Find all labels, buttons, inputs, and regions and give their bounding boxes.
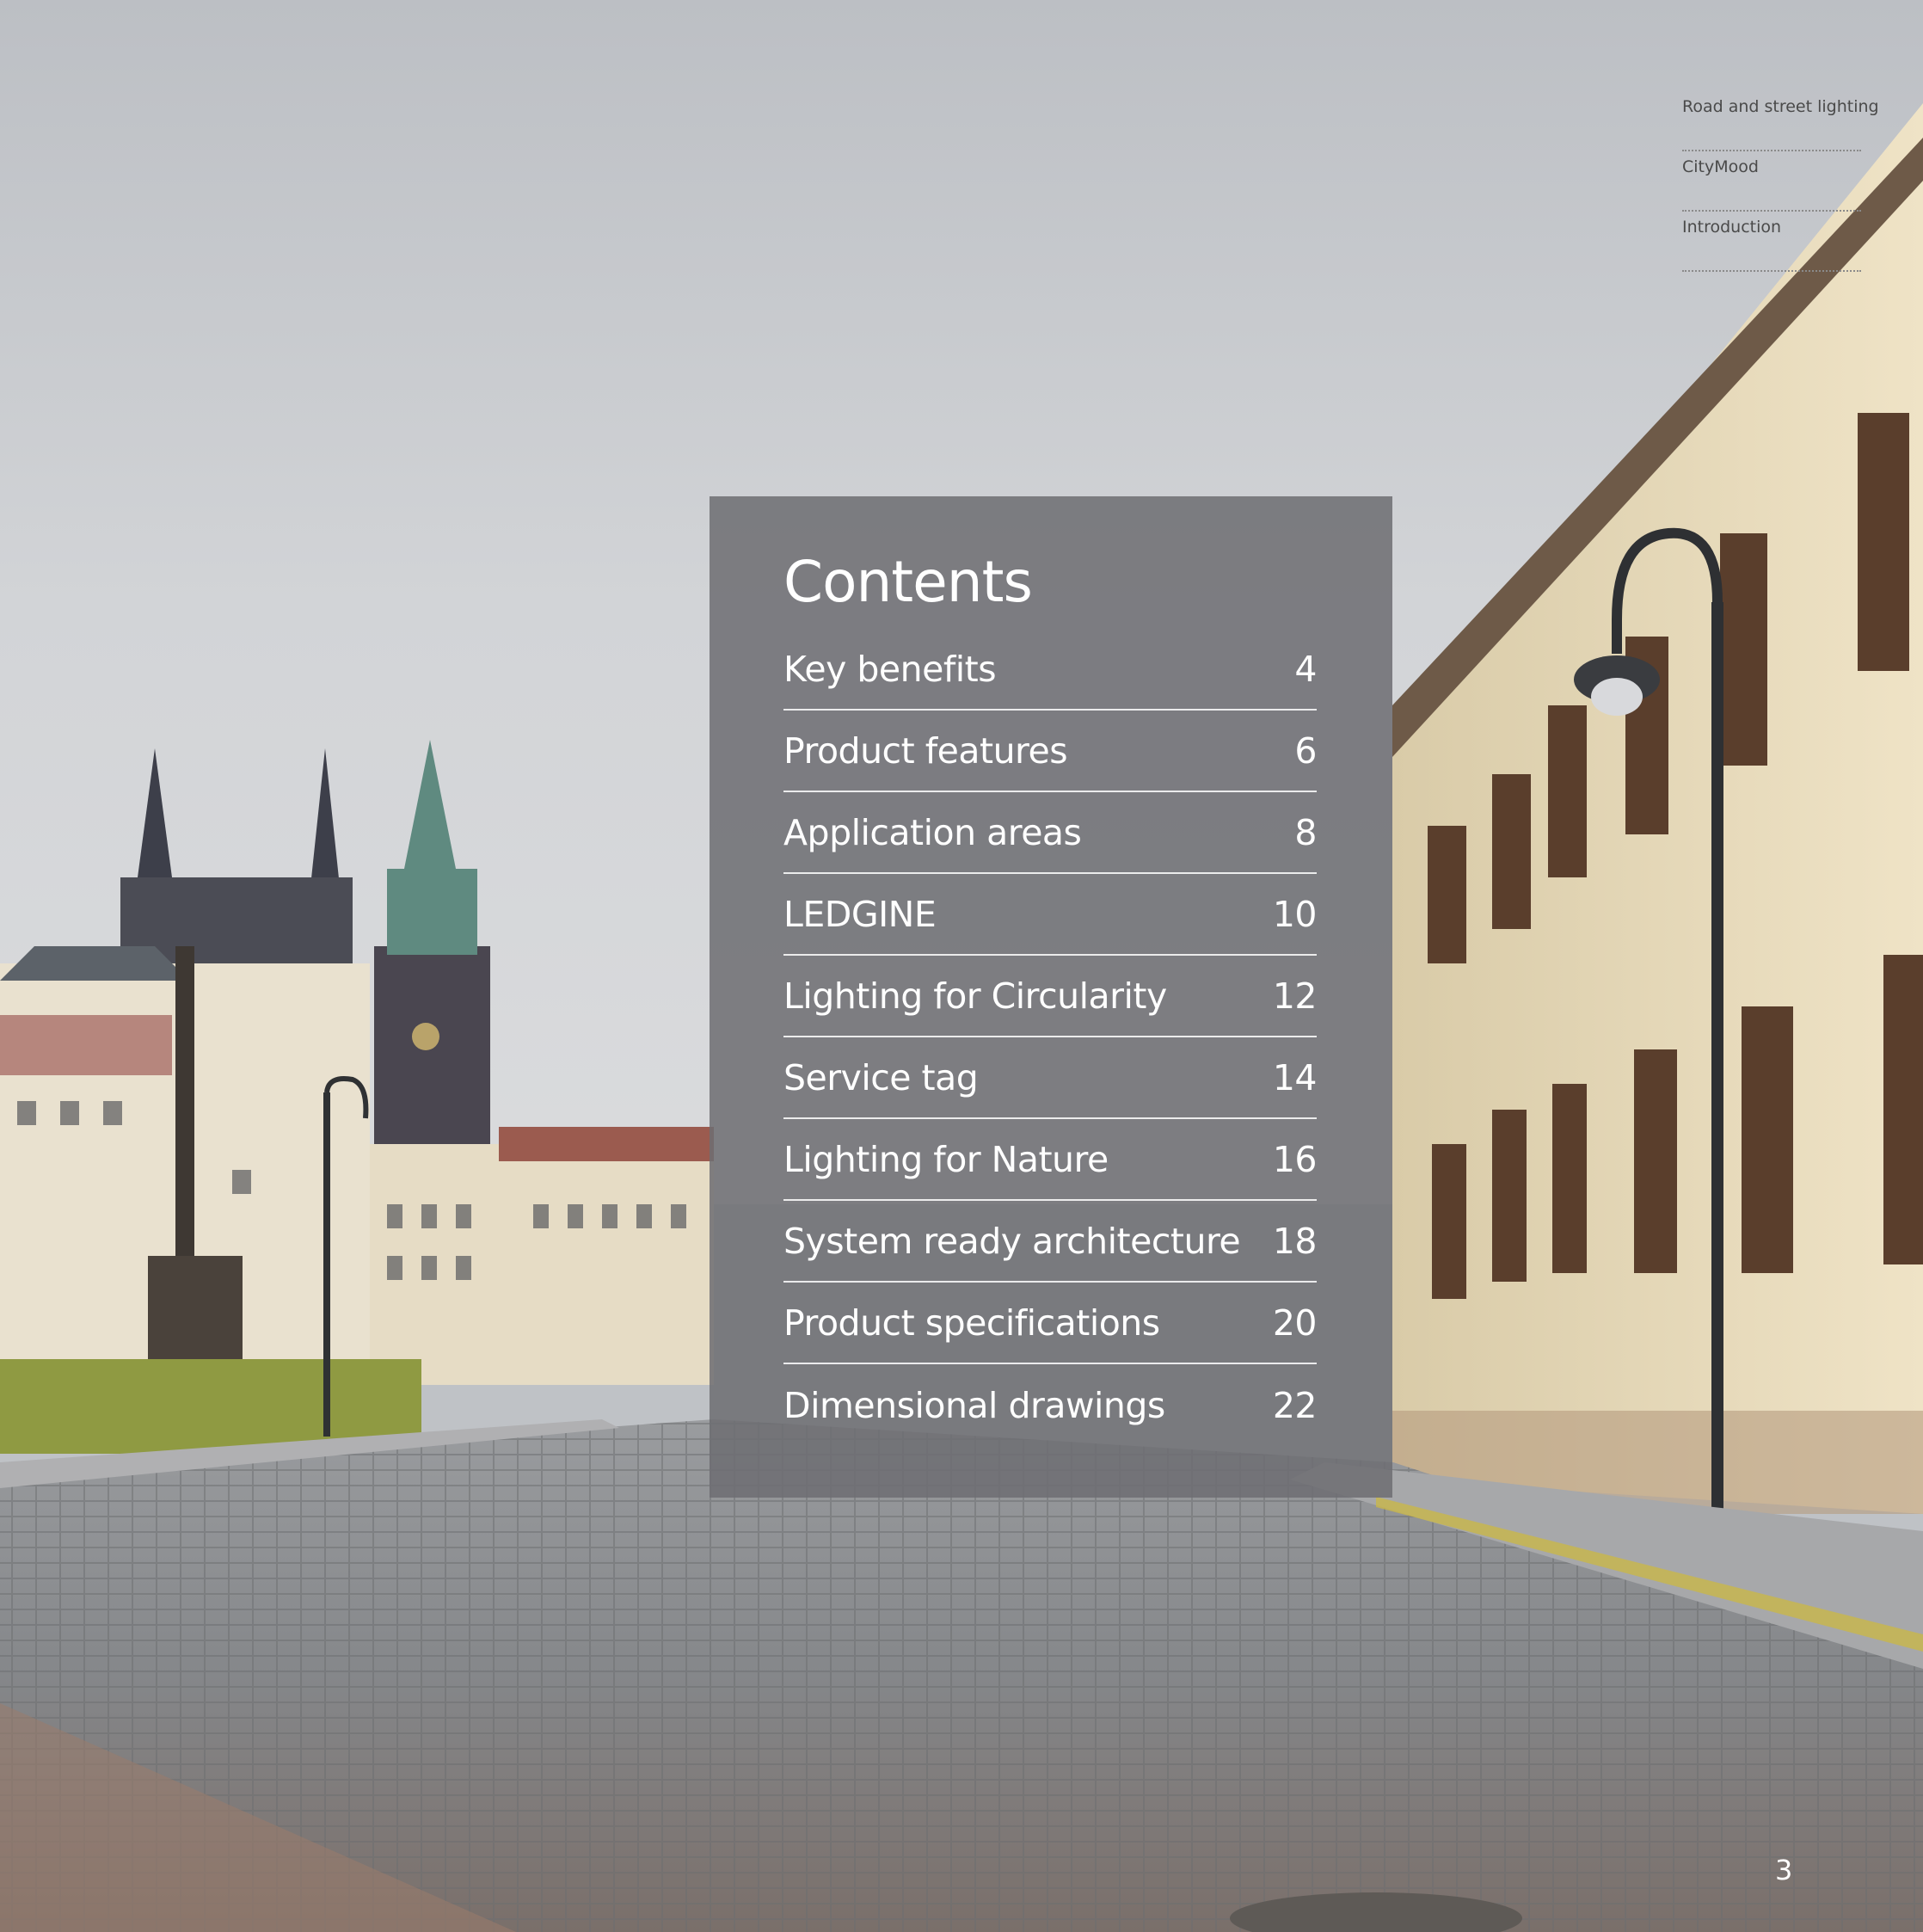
toc-label: Dimensional drawings bbox=[783, 1384, 1165, 1426]
breadcrumb: Road and street lighting CityMood Introd… bbox=[1682, 91, 1879, 272]
page-number: 3 bbox=[1775, 1854, 1793, 1886]
toc-item-product-features[interactable]: Product features 6 bbox=[783, 711, 1317, 792]
toc-item-service-tag[interactable]: Service tag 14 bbox=[783, 1037, 1318, 1119]
toc-item-lighting-for-circularity[interactable]: Lighting for Circularity 12 bbox=[783, 956, 1318, 1037]
breadcrumb-label: CityMood bbox=[1682, 157, 1759, 176]
toc-item-application-areas[interactable]: Application areas 8 bbox=[783, 792, 1317, 874]
toc-page-number: 8 bbox=[1294, 811, 1317, 853]
breadcrumb-label: Introduction bbox=[1682, 218, 1782, 237]
toc-page-number: 10 bbox=[1272, 893, 1318, 935]
toc-label: Lighting for Nature bbox=[783, 1138, 1109, 1180]
toc-label: Product specifications bbox=[783, 1301, 1160, 1344]
brochure-page: Road and street lighting CityMood Introd… bbox=[0, 0, 1923, 1932]
toc-label: Key benefits bbox=[783, 648, 997, 690]
toc-item-lighting-for-nature[interactable]: Lighting for Nature 16 bbox=[783, 1119, 1318, 1201]
toc-page-number: 4 bbox=[1294, 648, 1317, 690]
toc-item-key-benefits[interactable]: Key benefits 4 bbox=[783, 629, 1317, 711]
toc-page-number: 14 bbox=[1272, 1056, 1318, 1098]
table-of-contents: Key benefits 4 Product features 6 Applic… bbox=[783, 629, 1318, 1446]
breadcrumb-item-road-and-street-lighting[interactable]: Road and street lighting bbox=[1682, 91, 1879, 151]
toc-label: Application areas bbox=[783, 811, 1082, 853]
toc-label: Service tag bbox=[783, 1056, 979, 1098]
toc-page-number: 6 bbox=[1294, 729, 1317, 772]
toc-page-number: 18 bbox=[1272, 1220, 1318, 1262]
toc-label: Product features bbox=[783, 729, 1068, 772]
toc-label: LEDGINE bbox=[783, 893, 937, 935]
contents-title: Contents bbox=[783, 549, 1033, 615]
toc-item-ledgine[interactable]: LEDGINE 10 bbox=[783, 874, 1318, 956]
toc-item-dimensional-drawings[interactable]: Dimensional drawings 22 bbox=[783, 1364, 1318, 1446]
toc-page-number: 22 bbox=[1272, 1384, 1318, 1426]
contents-panel: Contents Key benefits 4 Product features… bbox=[710, 496, 1392, 1498]
breadcrumb-label: Road and street lighting bbox=[1682, 97, 1879, 116]
toc-page-number: 12 bbox=[1272, 975, 1318, 1017]
toc-page-number: 20 bbox=[1272, 1301, 1318, 1344]
toc-label: System ready architecture bbox=[783, 1220, 1241, 1262]
breadcrumb-item-citymood[interactable]: CityMood bbox=[1682, 151, 1861, 212]
toc-label: Lighting for Circularity bbox=[783, 975, 1167, 1017]
toc-item-system-ready-architecture[interactable]: System ready architecture 18 bbox=[783, 1201, 1318, 1283]
toc-page-number: 16 bbox=[1272, 1138, 1318, 1180]
toc-item-product-specifications[interactable]: Product specifications 20 bbox=[783, 1283, 1318, 1364]
breadcrumb-item-introduction[interactable]: Introduction bbox=[1682, 212, 1861, 272]
